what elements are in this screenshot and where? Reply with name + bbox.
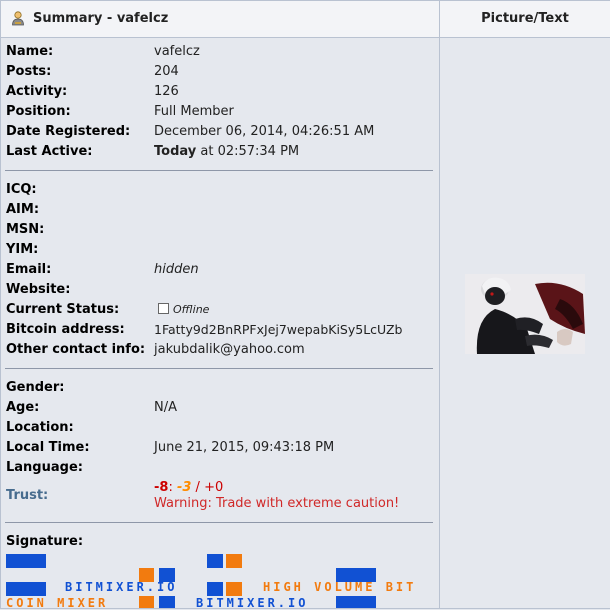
other-contact-label: Other contact info: [6,342,146,357]
sig-text: HIGH VOLUME BIT [263,580,417,594]
location-label: Location: [6,420,74,435]
posts-value: 204 [154,64,179,79]
age-label: Age: [6,400,40,415]
signature-label: Signature: [6,534,84,549]
msn-label: MSN: [6,222,45,237]
sig-block [207,554,223,568]
posts-label: Posts: [6,64,52,79]
position-label: Position: [6,104,71,119]
avatar [465,274,585,354]
section-divider [5,368,433,369]
trust-positive: +0 [204,480,224,495]
name-label: Name: [6,44,54,59]
trust-warning: Warning: Trade with extreme caution! [154,496,400,511]
user-icon [12,11,24,26]
sig-text: BITMIXER.IO [65,580,178,594]
avatar-image [465,274,585,354]
section-divider [5,170,433,171]
trust-separator: : [168,480,177,495]
sig-block [6,554,46,568]
bitcoin-address[interactable]: 1Fatty9d2BnRPFxJej7wepabKiSy5LcUZb [154,320,402,340]
profile-panel: Summary - vafelcz Picture/Text Name: vaf… [0,0,610,610]
trust-recent: -3 [176,480,192,495]
local-time-label: Local Time: [6,440,90,455]
bitcoin-label: Bitcoin address: [6,322,125,337]
last-active-value: Today at 02:57:34 PM [154,142,299,162]
sig-block [226,582,242,596]
website-label: Website: [6,282,71,297]
activity-value: 126 [154,84,179,99]
gender-label: Gender: [6,380,65,395]
offline-icon [158,303,169,314]
yim-label: YIM: [6,242,39,257]
sig-block [336,596,376,608]
email-label: Email: [6,262,52,277]
sig-block [207,582,223,596]
trust-negative: -8 [154,480,169,495]
icq-label: ICQ: [6,182,37,197]
status-label: Current Status: [6,302,120,317]
sig-block [159,596,175,608]
section-divider [5,522,433,523]
sig-block [6,582,46,596]
summary-header: Summary - vafelcz [1,1,440,37]
position-value: Full Member [154,104,234,119]
last-active-today: Today [154,144,197,159]
registered-value: December 06, 2014, 04:26:51 AM [154,124,375,139]
summary-title: Summary - vafelcz [33,11,169,26]
trust-separator: / [191,480,205,495]
column-divider [439,37,440,609]
last-active-label: Last Active: [6,144,93,159]
trust-label[interactable]: Trust: [6,486,48,506]
status-value: Offline [158,300,209,320]
picture-header: Picture/Text [440,1,610,37]
aim-label: AIM: [6,202,40,217]
registered-label: Date Registered: [6,124,131,139]
panel-header: Summary - vafelcz Picture/Text [1,1,610,38]
language-label: Language: [6,460,83,475]
activity-label: Activity: [6,84,68,99]
name-value: vafelcz [154,44,200,59]
sig-block [226,554,242,568]
local-time-value: June 21, 2015, 09:43:18 PM [154,440,335,455]
other-contact-value: jakubdalik@yahoo.com [154,342,305,357]
last-active-time: at 02:57:34 PM [196,144,300,159]
age-value: N/A [154,400,177,415]
status-text: Offline [173,303,210,316]
email-value: hidden [154,262,199,277]
picture-title: Picture/Text [481,11,569,26]
sig-block [139,596,154,608]
